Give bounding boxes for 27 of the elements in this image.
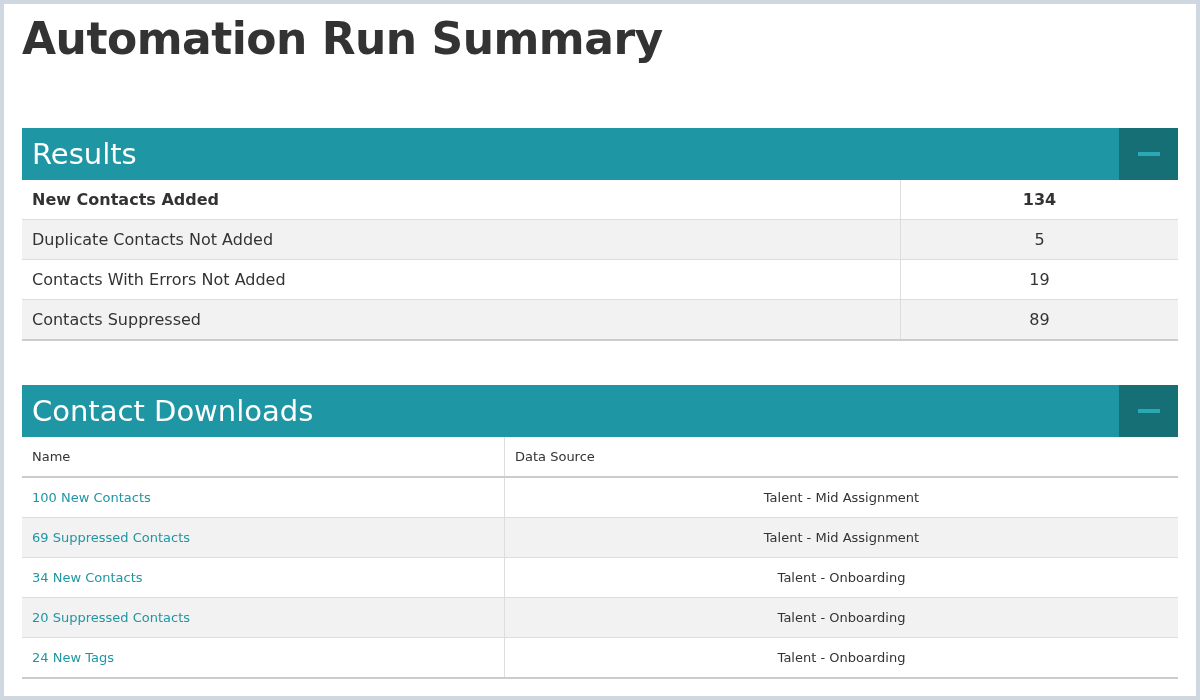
table-cell: New Contacts Added xyxy=(22,180,901,219)
collapse-button[interactable] xyxy=(1119,385,1178,437)
panel-title: Results xyxy=(31,137,137,171)
download-link[interactable]: 20 Suppressed Contacts xyxy=(32,610,190,625)
column-header: Data Source xyxy=(514,448,596,466)
table-cell-text: Talent - Onboarding xyxy=(776,569,907,587)
table-cell-text: 19 xyxy=(1028,269,1051,291)
collapse-button[interactable] xyxy=(1119,128,1178,180)
column-header: Name xyxy=(22,437,505,476)
download-link[interactable]: 34 New Contacts xyxy=(32,570,143,585)
table-cell-text: Talent - Mid Assignment xyxy=(762,529,921,547)
page-title: Automation Run Summary xyxy=(22,12,664,66)
table-cell-text: 89 xyxy=(1028,309,1051,331)
download-link[interactable]: 100 New Contacts xyxy=(32,490,151,505)
table-cell: Duplicate Contacts Not Added xyxy=(22,220,901,259)
table-cell-text: 5 xyxy=(1033,229,1046,251)
minus-icon xyxy=(1137,152,1160,156)
table-cell: Contacts With Errors Not Added xyxy=(22,260,901,299)
table-cell-text: Talent - Onboarding xyxy=(776,649,907,667)
table-cell-text: Talent - Onboarding xyxy=(776,609,907,627)
download-link[interactable]: 24 New Tags xyxy=(32,650,114,665)
table-cell-text: 134 xyxy=(1021,189,1058,211)
panel-title: Contact Downloads xyxy=(31,394,314,428)
table-cell-text: Talent - Mid Assignment xyxy=(762,489,921,507)
download-link[interactable]: 69 Suppressed Contacts xyxy=(32,530,190,545)
table-cell: Contacts Suppressed xyxy=(22,300,901,339)
minus-icon xyxy=(1137,409,1160,413)
